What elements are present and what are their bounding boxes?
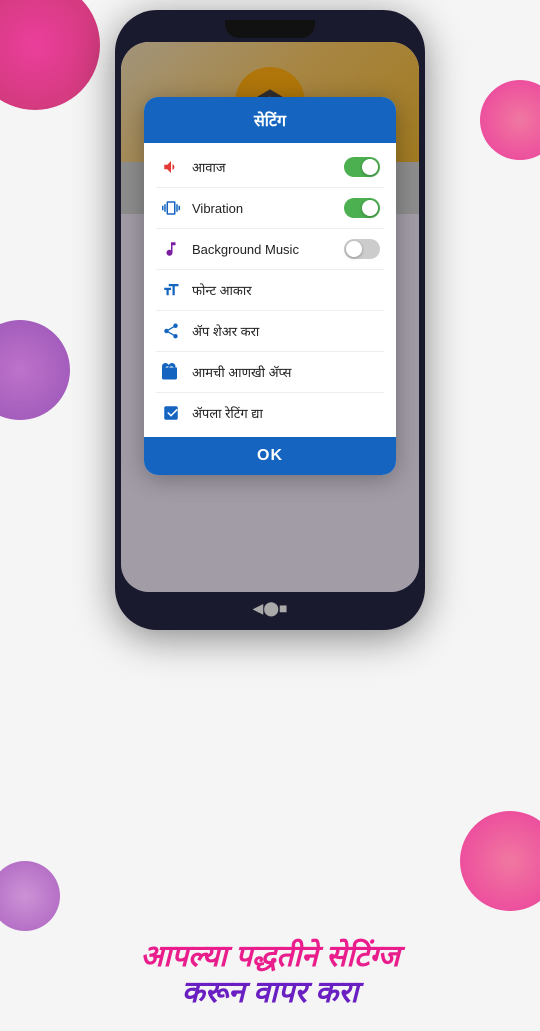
rate-icon [160, 402, 182, 424]
setting-row-rate[interactable]: ॲपला रेटिंग द्या [144, 393, 396, 433]
footer-text-area: आपल्या पद्धतीने सेटिंग्ज करून वापर करा [0, 939, 540, 1011]
phone-notch [225, 20, 315, 38]
setting-row-bg-music[interactable]: Background Music [144, 229, 396, 269]
bg-blob-bottomleft [0, 861, 60, 931]
android-nav: ◀ ⬤ ■ [223, 592, 318, 624]
bg-music-label: Background Music [192, 242, 334, 257]
bg-blob-midleft [0, 320, 70, 420]
sound-label: आवाज [192, 158, 334, 176]
apps-icon [160, 361, 182, 383]
font-label: फोन्ट आकार [192, 281, 380, 299]
ok-button-container[interactable]: OK [144, 437, 396, 475]
rate-label: ॲपला रेटिंग द्या [192, 404, 380, 422]
ok-button-label: OK [257, 447, 283, 464]
dialog-header: सेटिंग [144, 97, 396, 143]
music-icon [160, 238, 182, 260]
setting-row-more-apps[interactable]: आमची आणखी ॲप्स [144, 352, 396, 392]
setting-row-font[interactable]: फोन्ट आकार [144, 270, 396, 310]
android-recent-btn[interactable]: ■ [279, 600, 287, 616]
android-home-btn[interactable]: ⬤ [263, 600, 279, 617]
more-apps-label: आमची आणखी ॲप्स [192, 363, 380, 381]
dialog-title: सेटिंग [254, 113, 286, 130]
dialog-overlay: सेटिंग आवाज [121, 42, 419, 592]
phone-shell: 🎓 सेटिंग आवाज [115, 10, 425, 630]
share-label: ॲप शेअर करा [192, 322, 380, 340]
bg-blob-bottomright [460, 811, 540, 911]
dialog-body: आवाज Vibration [144, 143, 396, 437]
sound-toggle[interactable] [344, 157, 380, 177]
vibration-label: Vibration [192, 201, 334, 216]
settings-dialog: सेटिंग आवाज [144, 97, 396, 475]
setting-row-sound[interactable]: आवाज [144, 147, 396, 187]
vibration-icon [160, 197, 182, 219]
bg-blob-topleft [0, 0, 100, 110]
setting-row-share[interactable]: ॲप शेअर करा [144, 311, 396, 351]
font-icon [160, 279, 182, 301]
bg-music-toggle[interactable] [344, 239, 380, 259]
sound-icon [160, 156, 182, 178]
share-icon [160, 320, 182, 342]
setting-row-vibration[interactable]: Vibration [144, 188, 396, 228]
phone-screen: 🎓 सेटिंग आवाज [121, 42, 419, 592]
vibration-toggle[interactable] [344, 198, 380, 218]
footer-text-line1: आपल्या पद्धतीने सेटिंग्ज [20, 939, 520, 975]
footer-text-line2: करून वापर करा [20, 975, 520, 1011]
android-back-btn[interactable]: ◀ [253, 600, 264, 617]
bg-blob-topright [480, 80, 540, 160]
